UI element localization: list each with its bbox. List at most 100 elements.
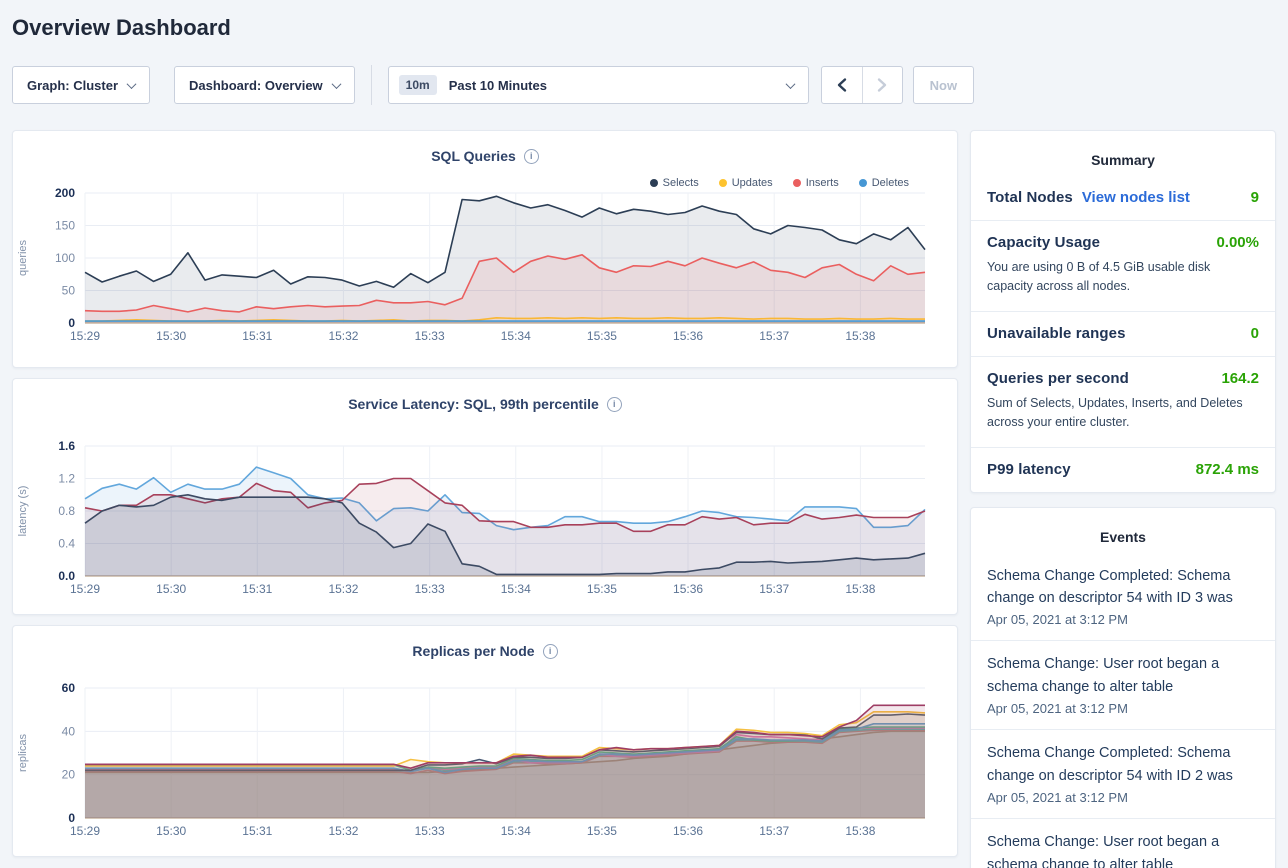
svg-text:queries: queries — [17, 239, 29, 276]
chart-card-replicas-per-node: Replicas per Node i 0 20 40 60 15:29 15:30 15:… — [12, 625, 958, 857]
event-message: Schema Change Completed: Schema change o… — [987, 742, 1259, 787]
time-next-button[interactable] — [862, 67, 902, 103]
svg-text:0.8: 0.8 — [58, 504, 75, 518]
svg-text:40: 40 — [62, 724, 76, 738]
summary-description: You are using 0 B of 4.5 GiB usable disk… — [987, 258, 1259, 297]
svg-text:15:34: 15:34 — [501, 329, 531, 343]
event-message: Schema Change Completed: Schema change o… — [987, 565, 1259, 610]
summary-value: 164.2 — [1221, 370, 1259, 387]
chevron-down-icon — [785, 79, 795, 89]
svg-text:15:37: 15:37 — [759, 582, 789, 596]
svg-text:15:34: 15:34 — [501, 824, 531, 838]
chart-card-service-latency: Service Latency: SQL, 99th percentile i … — [12, 378, 958, 615]
toolbar: Graph: Cluster Dashboard: Overview 10m P… — [12, 66, 1276, 104]
summary-label: Queries per second — [987, 370, 1129, 387]
svg-text:100: 100 — [55, 251, 75, 265]
summary-row-p99-latency: P99 latency 872.4 ms — [971, 447, 1275, 492]
svg-text:60: 60 — [62, 681, 76, 695]
chevron-left-icon — [835, 77, 849, 93]
svg-text:15:35: 15:35 — [587, 329, 617, 343]
now-button[interactable]: Now — [913, 66, 974, 104]
svg-text:15:30: 15:30 — [156, 824, 186, 838]
event-timestamp: Apr 05, 2021 at 3:12 PM — [987, 612, 1259, 627]
svg-text:replicas: replicas — [17, 734, 29, 772]
svg-text:15:35: 15:35 — [587, 824, 617, 838]
time-prev-button[interactable] — [822, 67, 862, 103]
info-icon[interactable]: i — [524, 149, 539, 164]
svg-text:20: 20 — [62, 768, 76, 782]
event-message: Schema Change: User root began a schema … — [987, 653, 1259, 698]
svg-text:15:38: 15:38 — [845, 329, 875, 343]
charts-column: SQL Queries i SelectsUpdatesInsertsDelet… — [12, 130, 958, 868]
svg-text:15:37: 15:37 — [759, 329, 789, 343]
time-range-selector[interactable]: 10m Past 10 Minutes — [388, 66, 809, 104]
graph-dropdown-label: Graph: Cluster — [27, 78, 118, 93]
chart-title: Service Latency: SQL, 99th percentile — [348, 396, 599, 412]
summary-value: 0 — [1251, 325, 1259, 342]
svg-text:15:34: 15:34 — [501, 582, 531, 596]
svg-text:0: 0 — [68, 316, 75, 330]
svg-text:latency (s): latency (s) — [17, 486, 29, 537]
svg-text:15:37: 15:37 — [759, 824, 789, 838]
replicas-per-node-plot[interactable]: 0 20 40 60 15:29 15:30 15:31 15:32 15:33 15:34 15:… — [13, 678, 957, 848]
svg-text:1.6: 1.6 — [58, 439, 75, 453]
info-icon[interactable]: i — [607, 397, 622, 412]
chevron-down-icon — [331, 79, 341, 89]
svg-text:200: 200 — [55, 186, 75, 200]
sql-queries-plot[interactable]: 05010015020015:2915:3015:3115:3215:3315:… — [13, 183, 957, 353]
svg-text:15:33: 15:33 — [415, 329, 445, 343]
graph-dropdown[interactable]: Graph: Cluster — [12, 66, 150, 104]
svg-text:150: 150 — [55, 219, 75, 233]
svg-text:15:38: 15:38 — [845, 582, 875, 596]
svg-text:15:35: 15:35 — [587, 582, 617, 596]
svg-text:15:29: 15:29 — [70, 582, 100, 596]
svg-text:1.2: 1.2 — [58, 472, 75, 486]
svg-text:15:36: 15:36 — [673, 329, 703, 343]
event-timestamp: Apr 05, 2021 at 3:12 PM — [987, 790, 1259, 805]
summary-row-queries-per-second: Queries per second 164.2 Sum of Selects,… — [971, 356, 1275, 447]
chart-title: Replicas per Node — [412, 643, 534, 659]
event-timestamp: Apr 05, 2021 at 3:12 PM — [987, 701, 1259, 716]
summary-value: 872.4 ms — [1196, 461, 1259, 478]
event-message: Schema Change: User root began a schema … — [987, 831, 1259, 868]
event-item: Schema Change Completed: Schema change o… — [971, 553, 1275, 641]
service-latency-plot[interactable]: 0.00.40.81.21.615:2915:3015:3115:3215:33… — [13, 436, 957, 606]
summary-value: 0.00% — [1216, 234, 1259, 251]
summary-row-capacity-usage: Capacity Usage 0.00% You are using 0 B o… — [971, 220, 1275, 311]
summary-row-unavailable-ranges: Unavailable ranges 0 — [971, 311, 1275, 356]
summary-description: Sum of Selects, Updates, Inserts, and De… — [987, 394, 1259, 433]
svg-text:15:36: 15:36 — [673, 582, 703, 596]
svg-text:15:31: 15:31 — [242, 824, 272, 838]
svg-text:15:29: 15:29 — [70, 329, 100, 343]
summary-label: P99 latency — [987, 461, 1071, 478]
info-icon[interactable]: i — [543, 644, 558, 659]
svg-text:0: 0 — [68, 811, 75, 825]
time-pager — [821, 66, 903, 104]
event-item: Schema Change Completed: Schema change o… — [971, 729, 1275, 818]
toolbar-divider — [371, 65, 372, 105]
chevron-right-icon — [875, 77, 889, 93]
summary-value: 9 — [1251, 189, 1259, 206]
svg-text:15:38: 15:38 — [845, 824, 875, 838]
svg-text:15:32: 15:32 — [328, 329, 358, 343]
side-column: Summary Total Nodes View nodes list 9 Ca… — [970, 130, 1276, 868]
view-nodes-link[interactable]: View nodes list — [1082, 189, 1190, 206]
dashboard-dropdown[interactable]: Dashboard: Overview — [174, 66, 355, 104]
svg-text:15:32: 15:32 — [328, 824, 358, 838]
svg-text:15:31: 15:31 — [242, 582, 272, 596]
chevron-down-icon — [127, 79, 137, 89]
event-item: Schema Change: User root began a schema … — [971, 818, 1275, 868]
svg-text:15:30: 15:30 — [156, 329, 186, 343]
events-panel: Events Schema Change Completed: Schema c… — [970, 507, 1276, 868]
main-content: SQL Queries i SelectsUpdatesInsertsDelet… — [12, 130, 1276, 868]
svg-text:0.4: 0.4 — [58, 537, 75, 551]
page-title: Overview Dashboard — [12, 14, 1288, 42]
summary-label: Total Nodes — [987, 189, 1073, 206]
svg-text:15:32: 15:32 — [328, 582, 358, 596]
svg-text:0.0: 0.0 — [58, 569, 75, 583]
svg-text:15:33: 15:33 — [415, 824, 445, 838]
svg-text:15:29: 15:29 — [70, 824, 100, 838]
summary-panel: Summary Total Nodes View nodes list 9 Ca… — [970, 130, 1276, 493]
summary-row-total-nodes: Total Nodes View nodes list 9 — [971, 176, 1275, 220]
summary-label: Capacity Usage — [987, 234, 1100, 251]
